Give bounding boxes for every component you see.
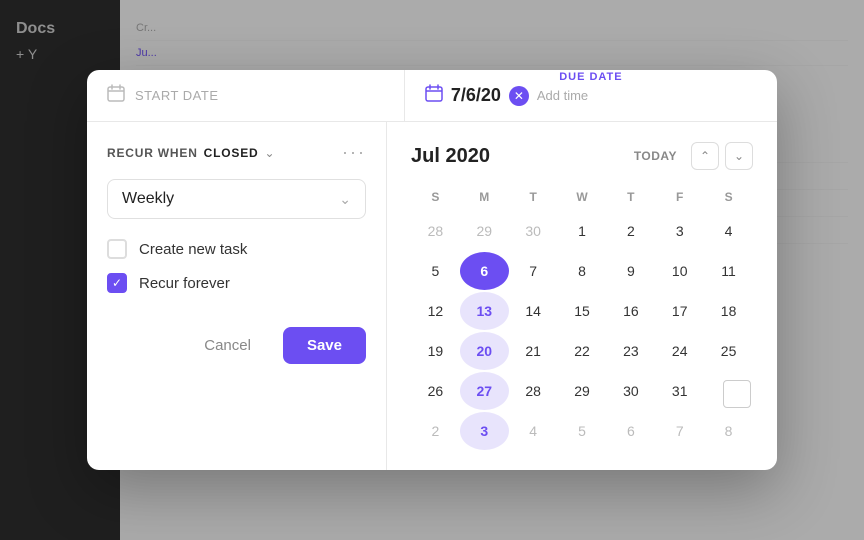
clear-due-date-button[interactable]: ✕ xyxy=(509,86,529,106)
calendar-week-5: 2345678 xyxy=(411,412,753,450)
calendar-day-5-6[interactable]: 8 xyxy=(704,412,753,450)
calendar-day-0-1[interactable]: 29 xyxy=(460,212,509,250)
start-date-field[interactable]: START DATE xyxy=(87,70,405,121)
calendar-day-0-4[interactable]: 2 xyxy=(606,212,655,250)
day-header-T: T xyxy=(606,186,655,208)
left-panel: RECUR WHEN CLOSED ⌄ ··· Weekly ⌄ Create … xyxy=(87,122,387,470)
day-header-S: S xyxy=(704,186,753,208)
calendar-day-1-0[interactable]: 5 xyxy=(411,252,460,290)
calendar-day-4-0[interactable]: 26 xyxy=(411,372,460,410)
calendar-day-3-2[interactable]: 21 xyxy=(509,332,558,370)
calendar-day-1-1[interactable]: 6 xyxy=(460,252,509,290)
calendar-day-5-4[interactable]: 6 xyxy=(606,412,655,450)
calendar-month-year: Jul 2020 xyxy=(411,145,490,168)
frequency-value: Weekly xyxy=(122,190,174,208)
create-new-task-row[interactable]: Create new task xyxy=(107,239,366,259)
calendar-day-4-3[interactable]: 29 xyxy=(558,372,607,410)
calendar-day-4-6[interactable]: 1 xyxy=(704,372,753,410)
cancel-button[interactable]: Cancel xyxy=(184,327,271,364)
calendar-navigation: TODAY ⌃ ⌄ xyxy=(626,142,753,170)
calendar-day-1-2[interactable]: 7 xyxy=(509,252,558,290)
calendar-week-1: 567891011 xyxy=(411,252,753,290)
calendar-day-1-4[interactable]: 9 xyxy=(606,252,655,290)
calendar-day-5-0[interactable]: 2 xyxy=(411,412,460,450)
modal-overlay: START DATE DUE DATE 7/6/20 ✕ Add time xyxy=(0,0,864,540)
calendar-icon-start xyxy=(107,84,125,107)
calendar-day-3-0[interactable]: 19 xyxy=(411,332,460,370)
calendar-day-3-5[interactable]: 24 xyxy=(655,332,704,370)
calendar-day-3-6[interactable]: 25 xyxy=(704,332,753,370)
calendar-week-4: 2627282930311 xyxy=(411,372,753,410)
calendar-next-button[interactable]: ⌄ xyxy=(725,142,753,170)
calendar-day-4-5[interactable]: 31 xyxy=(655,372,704,410)
calendar-days-header: SMTWTFS xyxy=(411,186,753,208)
day-header-T: T xyxy=(509,186,558,208)
start-date-label: START DATE xyxy=(135,88,219,103)
day-header-F: F xyxy=(655,186,704,208)
frequency-chevron-icon: ⌄ xyxy=(339,191,351,208)
today-button[interactable]: TODAY xyxy=(626,145,685,167)
calendar-panel: Jul 2020 TODAY ⌃ ⌄ SMTWTFS 2829301234567… xyxy=(387,122,777,470)
calendar-day-0-6[interactable]: 4 xyxy=(704,212,753,250)
calendar-day-3-1[interactable]: 20 xyxy=(460,332,509,370)
calendar-weeks: 2829301234567891011121314151617181920212… xyxy=(411,212,753,450)
calendar-day-4-4[interactable]: 30 xyxy=(606,372,655,410)
calendar-day-0-2[interactable]: 30 xyxy=(509,212,558,250)
calendar-week-2: 12131415161718 xyxy=(411,292,753,330)
calendar-day-0-0[interactable]: 28 xyxy=(411,212,460,250)
calendar-day-2-4[interactable]: 16 xyxy=(606,292,655,330)
calendar-day-4-1[interactable]: 27 xyxy=(460,372,509,410)
recur-title-bold: CLOSED xyxy=(204,146,259,160)
calendar-day-0-3[interactable]: 1 xyxy=(558,212,607,250)
modal: START DATE DUE DATE 7/6/20 ✕ Add time xyxy=(87,70,777,470)
calendar-day-2-3[interactable]: 15 xyxy=(558,292,607,330)
calendar-week-0: 2829301234 xyxy=(411,212,753,250)
create-new-task-label: Create new task xyxy=(139,241,247,258)
add-time-button[interactable]: Add time xyxy=(537,88,588,103)
due-date-top-label: DUE DATE xyxy=(551,70,630,85)
calendar-day-5-1[interactable]: 3 xyxy=(460,412,509,450)
day-header-M: M xyxy=(460,186,509,208)
day-header-S: S xyxy=(411,186,460,208)
calendar-day-5-3[interactable]: 5 xyxy=(558,412,607,450)
recur-header: RECUR WHEN CLOSED ⌄ ··· xyxy=(107,142,366,163)
calendar-day-3-4[interactable]: 23 xyxy=(606,332,655,370)
calendar-day-1-5[interactable]: 10 xyxy=(655,252,704,290)
calendar-header: Jul 2020 TODAY ⌃ ⌄ xyxy=(411,142,753,170)
frequency-dropdown[interactable]: Weekly ⌄ xyxy=(107,179,366,219)
recur-forever-label: Recur forever xyxy=(139,275,230,292)
due-date-field[interactable]: DUE DATE 7/6/20 ✕ Add time xyxy=(405,70,777,121)
left-panel-footer: Cancel Save xyxy=(107,307,366,380)
calendar-day-2-0[interactable]: 12 xyxy=(411,292,460,330)
calendar-week-3: 19202122232425 xyxy=(411,332,753,370)
calendar-day-5-2[interactable]: 4 xyxy=(509,412,558,450)
calendar-day-2-5[interactable]: 17 xyxy=(655,292,704,330)
calendar-grid: SMTWTFS 28293012345678910111213141516171… xyxy=(411,186,753,450)
calendar-day-2-6[interactable]: 18 xyxy=(704,292,753,330)
modal-body: RECUR WHEN CLOSED ⌄ ··· Weekly ⌄ Create … xyxy=(87,122,777,470)
recur-more-button[interactable]: ··· xyxy=(342,142,366,163)
modal-header: START DATE DUE DATE 7/6/20 ✕ Add time xyxy=(87,70,777,122)
recur-forever-row[interactable]: ✓ Recur forever xyxy=(107,273,366,293)
calendar-day-1-3[interactable]: 8 xyxy=(558,252,607,290)
calendar-day-5-5[interactable]: 7 xyxy=(655,412,704,450)
calendar-day-1-6[interactable]: 11 xyxy=(704,252,753,290)
recur-chevron-icon[interactable]: ⌄ xyxy=(264,146,274,160)
calendar-day-2-2[interactable]: 14 xyxy=(509,292,558,330)
recur-title-text: RECUR WHEN xyxy=(107,146,198,160)
calendar-day-3-3[interactable]: 22 xyxy=(558,332,607,370)
recur-forever-checkbox[interactable]: ✓ xyxy=(107,273,127,293)
save-button[interactable]: Save xyxy=(283,327,366,364)
calendar-day-0-5[interactable]: 3 xyxy=(655,212,704,250)
recur-title: RECUR WHEN CLOSED ⌄ xyxy=(107,146,275,160)
create-new-task-checkbox[interactable] xyxy=(107,239,127,259)
calendar-day-2-1[interactable]: 13 xyxy=(460,292,509,330)
calendar-day-4-2[interactable]: 28 xyxy=(509,372,558,410)
calendar-icon-due xyxy=(425,84,443,107)
calendar-prev-button[interactable]: ⌃ xyxy=(691,142,719,170)
due-date-value: 7/6/20 xyxy=(451,85,501,106)
day-header-W: W xyxy=(558,186,607,208)
